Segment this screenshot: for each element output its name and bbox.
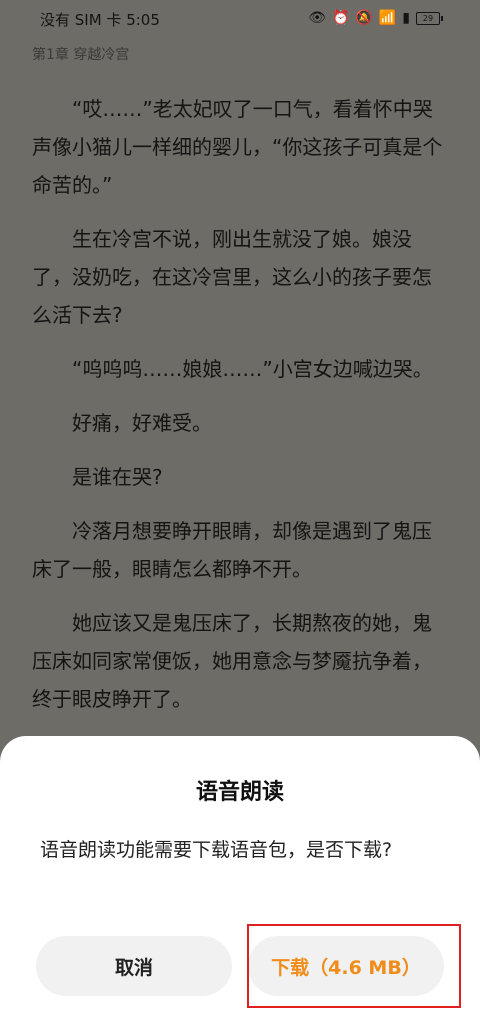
paragraph: 冷落月想要睁开眼睛，却像是遇到了鬼压床了一般，眼睛怎么都睁不开。 xyxy=(32,519,432,581)
paragraph: 生在冷宫不说，刚出生就没了娘。娘没了，没奶吃，在这冷宫里，这么小的孩子要怎么活下… xyxy=(32,227,432,327)
chapter-title: 第1章 穿越冷宫 xyxy=(32,47,130,63)
alarm-icon: ⏰ xyxy=(331,10,350,26)
eye-icon: 👁 xyxy=(308,10,326,26)
battery-icon: 29 xyxy=(416,11,443,25)
battery-saver-icon: ▮ xyxy=(402,10,410,26)
status-bar: 没有 SIM 卡 5:05 👁 ⏰ 🔕 📶 ▮ 29 xyxy=(0,0,480,38)
status-icons: 👁 ⏰ 🔕 📶 ▮ 29 xyxy=(308,9,443,27)
carrier-time: 没有 SIM 卡 5:05 xyxy=(40,11,160,29)
dialog-title: 语音朗读 xyxy=(195,780,284,805)
voice-download-dialog: 语音朗读 语音朗读功能需要下载语音包，是否下载? 取消 下载（4.6 MB） xyxy=(0,736,480,1027)
cancel-button[interactable]: 取消 xyxy=(36,936,232,996)
paragraph: 她应该又是鬼压床了，长期熬夜的她，鬼压床如同家常便饭，她用意念与梦魇抗争着，终于… xyxy=(32,611,432,711)
paragraph: “呜呜呜……娘娘……”小宫女边喊边哭。 xyxy=(72,357,433,381)
reader-content: “哎……”老太妃叹了一口气，看着怀中哭声像小猫儿一样细的婴儿，“你这孩子可真是个… xyxy=(32,90,448,734)
paragraph: “哎……”老太妃叹了一口气，看着怀中哭声像小猫儿一样细的婴儿，“你这孩子可真是个… xyxy=(32,97,443,197)
paragraph: 是谁在哭? xyxy=(72,465,163,489)
paragraph: 好痛，好难受。 xyxy=(72,411,212,435)
dialog-message: 语音朗读功能需要下载语音包，是否下载? xyxy=(40,839,393,861)
highlight-box xyxy=(247,924,461,1008)
mute-icon: 🔕 xyxy=(355,10,373,26)
wifi-icon: 📶 xyxy=(378,10,397,26)
